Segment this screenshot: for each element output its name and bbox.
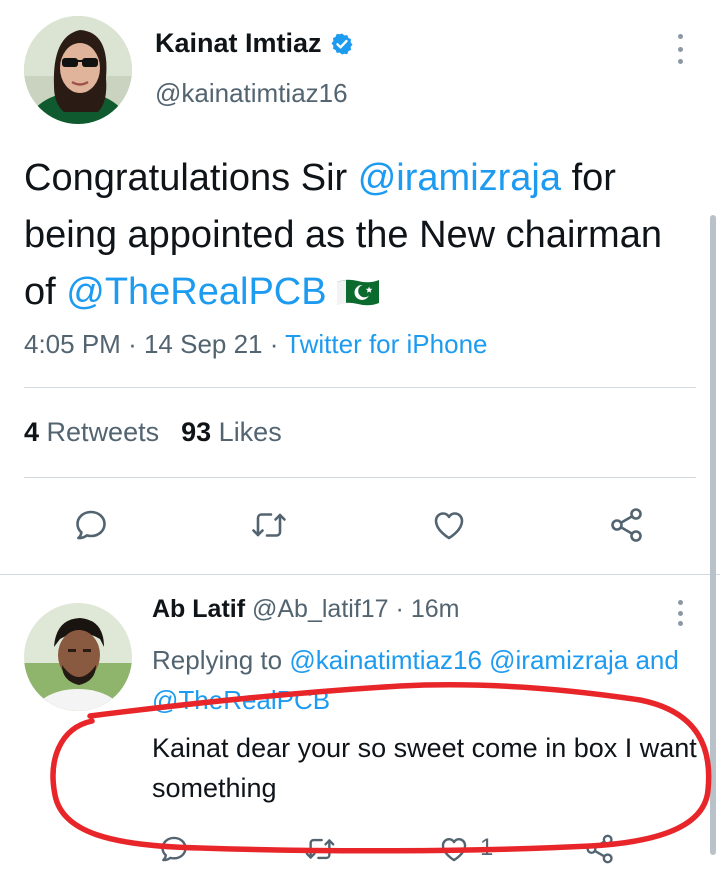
- divider: [24, 387, 696, 388]
- reply-reply-button[interactable]: [152, 827, 196, 871]
- replying-to-label: Replying to: [152, 645, 283, 675]
- heart-icon: [434, 512, 464, 540]
- reply-like-button[interactable]: [432, 827, 476, 871]
- replying-to: Replying to @kainatimtiaz16 @iramizraja …: [152, 640, 712, 720]
- tweet-date[interactable]: 14 Sep 21: [144, 329, 263, 359]
- reply-bubble-icon: [161, 836, 187, 862]
- scrollbar[interactable]: [710, 215, 716, 855]
- mention-link-therealpcb[interactable]: @TheRealPCB: [152, 685, 330, 715]
- share-icon: [611, 508, 642, 542]
- reply-header: Ab Latif @Ab_latif17 · 16m: [152, 595, 460, 623]
- retweet-icon: [252, 513, 286, 537]
- reply-author-name[interactable]: Ab Latif: [152, 595, 245, 623]
- pakistan-flag-emoji: [336, 279, 379, 306]
- author-avatar-image: [24, 16, 132, 124]
- likes-stat[interactable]: 93 Likes: [181, 417, 282, 447]
- more-vertical-icon[interactable]: [668, 34, 692, 64]
- reply-author-handle[interactable]: @Ab_latif17: [252, 595, 389, 623]
- reply-like-count: 1: [480, 834, 494, 861]
- share-button[interactable]: [605, 503, 649, 547]
- retweet-button[interactable]: [247, 503, 291, 547]
- more-vertical-icon[interactable]: [668, 600, 692, 626]
- mention-link-therealpcb[interactable]: @TheRealPCB: [66, 271, 326, 313]
- tweet-stats: 4 Retweets 93 Likes: [24, 417, 282, 448]
- likes-label: Likes: [218, 417, 282, 447]
- reply-bubble-icon: [76, 510, 106, 540]
- tweet-text-part-1: Congratulations Sir: [24, 157, 358, 199]
- heart-icon: [441, 838, 467, 862]
- tweet-time[interactable]: 4:05 PM: [24, 329, 121, 359]
- mention-link-iramizraja[interactable]: @iramizraja: [358, 157, 561, 199]
- tweet-text: Congratulations Sir @iramizraja for bein…: [24, 150, 664, 321]
- reply-button[interactable]: [69, 503, 113, 547]
- reply-time[interactable]: 16m: [411, 595, 460, 623]
- verified-badge-icon: [331, 33, 353, 54]
- author-avatar[interactable]: [24, 16, 132, 124]
- reply-author-avatar[interactable]: [24, 603, 132, 711]
- reply-text: Kainat dear your so sweet come in box I …: [152, 733, 697, 803]
- replying-and-label: and: [635, 645, 679, 675]
- author-name[interactable]: Kainat Imtiaz: [155, 28, 322, 59]
- retweets-count: 4: [24, 417, 40, 447]
- reply-avatar-image: [24, 603, 132, 711]
- likes-count: 93: [181, 417, 212, 447]
- retweets-stat[interactable]: 4 Retweets: [24, 417, 159, 447]
- share-icon: [586, 834, 613, 864]
- divider: [24, 477, 696, 478]
- author-name-row[interactable]: Kainat Imtiaz: [155, 28, 354, 59]
- mention-link-iramizraja[interactable]: @iramizraja: [489, 645, 628, 675]
- divider: [0, 574, 720, 575]
- tweet-meta: 4:05 PM · 14 Sep 21 · Twitter for iPhone: [24, 329, 488, 359]
- retweets-label: Retweets: [46, 417, 160, 447]
- like-button[interactable]: [427, 503, 471, 547]
- retweet-icon: [305, 838, 335, 860]
- author-handle[interactable]: @kainatimtiaz16: [155, 78, 348, 109]
- reply-retweet-button[interactable]: [298, 827, 342, 871]
- mention-link-kainatimtiaz16[interactable]: @kainatimtiaz16: [289, 645, 482, 675]
- tweet-source-link[interactable]: Twitter for iPhone: [285, 329, 487, 359]
- reply-share-button[interactable]: [578, 827, 622, 871]
